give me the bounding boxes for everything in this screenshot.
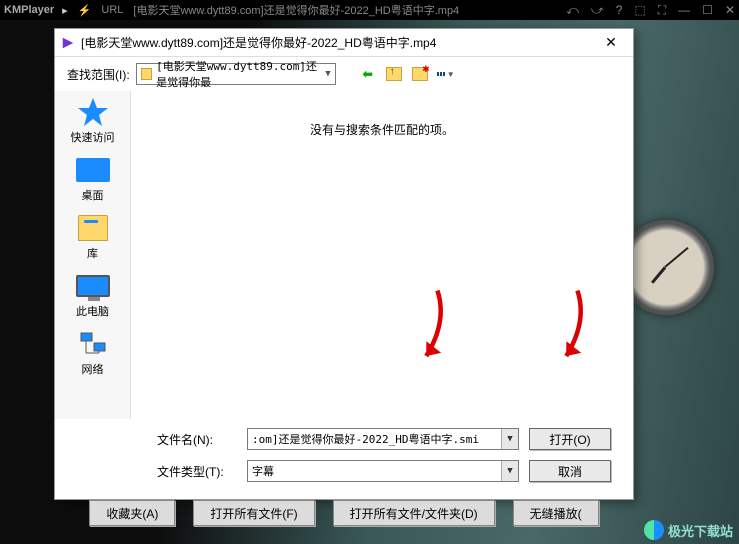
lookin-combo[interactable]: [电影天堂www.dytt89.com]还是觉得你最 ▼ <box>136 63 336 85</box>
skip-back-icon[interactable]: ⤺ <box>566 3 579 18</box>
place-label: 快速访问 <box>71 129 115 145</box>
skip-fwd-icon[interactable]: ⤻ <box>591 3 604 18</box>
watermark: 极光下载站 <box>644 520 733 540</box>
chevron-down-icon[interactable]: ▼ <box>325 69 330 79</box>
place-label: 桌面 <box>82 187 104 203</box>
chevron-down-icon[interactable]: ▼ <box>501 461 518 481</box>
filename-value: :om]还是觉得你最好-2022_HD粤语中字.smi <box>252 431 479 447</box>
place-label: 此电脑 <box>76 303 109 319</box>
dialog-app-icon <box>61 36 75 50</box>
close-icon[interactable]: ✕ <box>725 3 735 18</box>
minimize-icon[interactable]: — <box>678 3 690 18</box>
thispc-icon <box>75 271 111 301</box>
file-open-dialog: [电影天堂www.dytt89.com]还是觉得你最好-2022_HD粤语中字.… <box>54 28 634 500</box>
star-icon <box>75 97 111 127</box>
place-desktop[interactable]: 桌面 <box>75 155 111 203</box>
lookin-label: 查找范围(I): <box>67 66 130 83</box>
fullscreen-icon[interactable]: ⛶ <box>658 3 666 18</box>
file-list-pane[interactable]: 没有与搜索条件匹配的项。 <box>131 91 633 419</box>
chevron-down-icon[interactable]: ▼ <box>501 429 518 449</box>
help-icon[interactable]: ? <box>616 3 623 18</box>
watermark-icon <box>644 520 664 540</box>
filetype-value: 字幕 <box>252 463 274 479</box>
watermark-text: 极光下载站 <box>668 521 733 540</box>
thunder-icon: ⚡ <box>78 4 92 17</box>
url-label: URL <box>101 4 123 16</box>
up-one-level-icon[interactable] <box>386 66 402 82</box>
place-network[interactable]: 网络 <box>75 329 111 377</box>
place-thispc[interactable]: 此电脑 <box>75 271 111 319</box>
maximize-icon[interactable]: ☐ <box>702 3 713 18</box>
network-icon <box>75 329 111 359</box>
open-button[interactable]: 打开(O) <box>529 428 611 450</box>
place-libraries[interactable]: 库 <box>75 213 111 261</box>
filetype-combo[interactable]: 字幕 ▼ <box>247 460 519 482</box>
filename-combo[interactable]: :om]还是觉得你最好-2022_HD粤语中字.smi ▼ <box>247 428 519 450</box>
libraries-icon <box>75 213 111 243</box>
open-all-folders-button[interactable]: 打开所有文件/文件夹(D) <box>333 500 495 526</box>
app-logo: KMPlayer <box>4 4 54 16</box>
view-menu-icon[interactable]: ▼ <box>438 66 454 82</box>
cancel-button[interactable]: 取消 <box>529 460 611 482</box>
desktop-icon <box>75 155 111 185</box>
places-bar: 快速访问 桌面 库 此电脑 网络 <box>55 91 131 419</box>
window-title: [电影天堂www.dytt89.com]还是觉得你最好-2022_HD粤语中字.… <box>133 2 566 18</box>
folder-icon <box>141 68 152 80</box>
empty-results-message: 没有与搜索条件匹配的项。 <box>310 121 454 419</box>
dialog-toolbar: 查找范围(I): [电影天堂www.dytt89.com]还是觉得你最 ▼ ⬅ … <box>55 57 633 91</box>
pin-icon[interactable]: ⬚ <box>634 3 645 18</box>
place-label: 库 <box>87 245 98 261</box>
bolt-icon: ▸ <box>62 4 68 17</box>
dialog-extra-bottombar: 收藏夹(A) 打开所有文件(F) 打开所有文件/文件夹(D) 无缝播放( <box>54 500 634 526</box>
favorites-button[interactable]: 收藏夹(A) <box>89 500 175 526</box>
place-quickaccess[interactable]: 快速访问 <box>71 97 115 145</box>
filetype-label: 文件类型(T): <box>157 463 237 480</box>
filename-label: 文件名(N): <box>157 431 237 448</box>
dialog-body: 快速访问 桌面 库 此电脑 网络 没有与搜索条件匹配的项。 <box>55 91 633 419</box>
new-folder-icon[interactable] <box>412 66 428 82</box>
dialog-close-button[interactable]: ✕ <box>595 33 627 53</box>
open-all-files-button[interactable]: 打开所有文件(F) <box>193 500 314 526</box>
dialog-title: [电影天堂www.dytt89.com]还是觉得你最好-2022_HD粤语中字.… <box>81 34 595 51</box>
app-titlebar: KMPlayer ▸ ⚡ URL [电影天堂www.dytt89.com]还是觉… <box>0 0 739 20</box>
dialog-titlebar: [电影天堂www.dytt89.com]还是觉得你最好-2022_HD粤语中字.… <box>55 29 633 57</box>
dialog-bottom: 文件名(N): :om]还是觉得你最好-2022_HD粤语中字.smi ▼ 打开… <box>55 419 633 499</box>
place-label: 网络 <box>82 361 104 377</box>
nav-back-icon[interactable]: ⬅ <box>360 66 376 82</box>
seamless-play-button[interactable]: 无缝播放( <box>513 500 599 526</box>
lookin-value: [电影天堂www.dytt89.com]还是觉得你最 <box>156 58 325 90</box>
